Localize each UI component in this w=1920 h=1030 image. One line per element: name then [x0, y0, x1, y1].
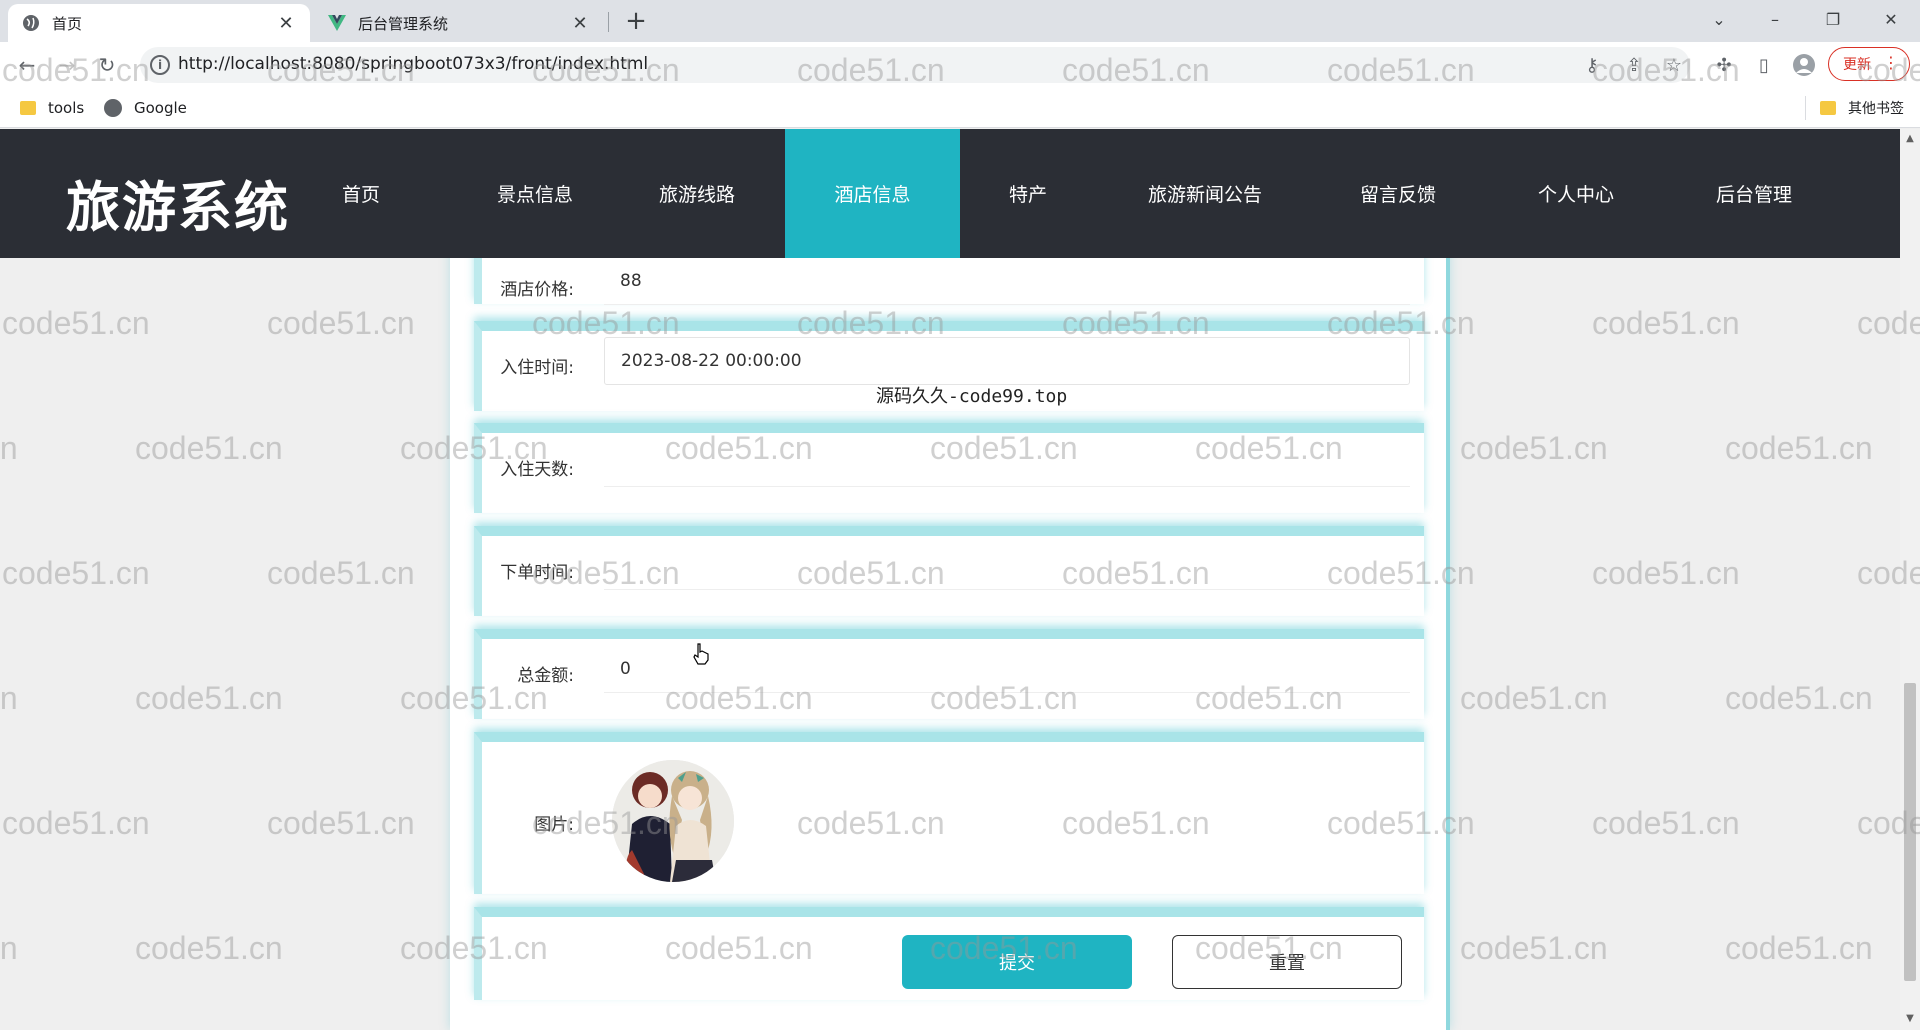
- form-row-actions: 提交 重置: [474, 907, 1424, 1000]
- checkin-time-value: 2023-08-22 00:00:00: [621, 351, 802, 371]
- checkin-time-input[interactable]: 2023-08-22 00:00:00: [604, 337, 1410, 385]
- nav-personal-center[interactable]: 个人中心: [1508, 129, 1644, 258]
- price-label: 酒店价格:: [500, 280, 574, 300]
- nav-specialties[interactable]: 特产: [970, 129, 1086, 258]
- days-input[interactable]: [604, 439, 1410, 487]
- bookmarks-divider: [1805, 96, 1806, 120]
- total-value: 0: [620, 658, 631, 679]
- price-field[interactable]: 88: [604, 257, 1410, 305]
- order-time-label: 下单时间:: [500, 563, 574, 583]
- share-icon[interactable]: ⇪: [1622, 53, 1646, 77]
- new-tab-button[interactable]: +: [622, 8, 650, 36]
- close-window-button[interactable]: ✕: [1868, 0, 1914, 38]
- form-row-order-time: 下单时间:: [474, 526, 1424, 616]
- more-menu-icon[interactable]: ⋮: [1883, 54, 1899, 72]
- globe-icon: [22, 14, 40, 32]
- profile-avatar-icon[interactable]: [1792, 53, 1816, 77]
- tab-title: 后台管理系统: [358, 14, 449, 33]
- tab-title: 首页: [52, 14, 83, 33]
- other-bookmarks[interactable]: 其他书签: [1820, 96, 1904, 120]
- nav-feedback[interactable]: 留言反馈: [1330, 129, 1466, 258]
- tab-admin[interactable]: 后台管理系统 ✕: [314, 4, 604, 42]
- source-watermark-text: 源码久久-code99.top: [876, 386, 1068, 407]
- nav-home[interactable]: 首页: [306, 129, 416, 258]
- tab-divider: [608, 12, 609, 32]
- tab-home[interactable]: 首页 ✕: [8, 4, 310, 42]
- image-label: 图片:: [534, 815, 574, 835]
- page-viewport: 酒店价格: 88 入住时间: 2023-08-22 00:00:00 入住天数:…: [0, 129, 1900, 1030]
- folder-icon: [20, 101, 36, 115]
- form-row-days: 入住天数:: [474, 423, 1424, 513]
- price-value: 88: [620, 270, 642, 291]
- update-label: 更新: [1843, 57, 1871, 73]
- address-bar[interactable]: i http://localhost:8080/springboot073x3/…: [140, 47, 1690, 83]
- url-text: http://localhost:8080/springboot073x3/fr…: [178, 54, 649, 74]
- close-icon[interactable]: ✕: [570, 13, 590, 34]
- form-row-total: 总金额: 0: [474, 629, 1424, 719]
- close-icon[interactable]: ✕: [276, 13, 296, 34]
- site-header: 旅游系统 首页 景点信息 旅游线路 酒店信息 特产 旅游新闻公告 留言反馈 个人…: [0, 129, 1900, 258]
- globe-icon: [104, 99, 122, 117]
- days-label: 入住天数:: [500, 460, 574, 480]
- site-info-icon[interactable]: i: [150, 55, 170, 75]
- checkin-time-label: 入住时间:: [500, 358, 574, 378]
- forward-arrow-icon[interactable]: →: [52, 50, 82, 80]
- reload-icon[interactable]: ↻: [92, 50, 122, 80]
- scrollbar-thumb[interactable]: [1904, 683, 1916, 981]
- restore-button[interactable]: ❐: [1810, 0, 1856, 38]
- bookmark-label: Google: [134, 99, 187, 117]
- form-row-image: 图片:: [474, 732, 1424, 894]
- star-icon[interactable]: ☆: [1662, 53, 1686, 77]
- back-arrow-icon[interactable]: ←: [12, 50, 42, 80]
- site-logo[interactable]: 旅游系统: [66, 163, 290, 242]
- other-bookmarks-label: 其他书签: [1848, 101, 1904, 117]
- key-icon[interactable]: ⚷: [1580, 53, 1604, 77]
- submit-button[interactable]: 提交: [902, 935, 1132, 989]
- extensions-puzzle-icon[interactable]: ✣: [1712, 53, 1736, 77]
- reset-button[interactable]: 重置: [1172, 935, 1402, 989]
- nav-news[interactable]: 旅游新闻公告: [1120, 129, 1290, 258]
- nav-hotels[interactable]: 酒店信息: [785, 129, 960, 258]
- order-form-panel: 酒店价格: 88 入住时间: 2023-08-22 00:00:00 入住天数:…: [450, 129, 1450, 1030]
- minimize-button[interactable]: –: [1752, 0, 1798, 38]
- nav-admin[interactable]: 后台管理: [1686, 129, 1822, 258]
- nav-attractions[interactable]: 景点信息: [470, 129, 600, 258]
- page-scrollbar[interactable]: ▲ ▼: [1900, 129, 1920, 1030]
- bookmark-label: tools: [48, 99, 85, 117]
- scroll-down-arrow-icon[interactable]: ▼: [1904, 1013, 1916, 1025]
- bookmark-tools[interactable]: tools: [20, 96, 84, 120]
- order-time-input[interactable]: [604, 542, 1410, 590]
- side-panel-icon[interactable]: ▯: [1752, 53, 1776, 77]
- total-label: 总金额:: [517, 666, 574, 686]
- tab-search-chevron-down-icon[interactable]: ⌄: [1696, 0, 1742, 38]
- nav-routes[interactable]: 旅游线路: [632, 129, 762, 258]
- browser-toolbar: ← → ↻ i http://localhost:8080/springboot…: [0, 42, 1920, 88]
- anime-characters-illustration: [612, 760, 734, 882]
- scroll-up-arrow-icon[interactable]: ▲: [1904, 133, 1916, 145]
- update-button[interactable]: 更新 ⋮: [1828, 47, 1910, 81]
- vue-logo-icon: [328, 14, 346, 32]
- hotel-image[interactable]: [612, 760, 734, 882]
- hand-cursor-icon: [693, 643, 709, 665]
- bookmarks-bar: tools Google 其他书签: [0, 88, 1920, 128]
- folder-icon: [1820, 101, 1836, 115]
- browser-tab-strip: 首页 ✕ 后台管理系统 ✕ + ⌄ – ❐ ✕: [0, 0, 1920, 42]
- total-field[interactable]: 0: [604, 645, 1410, 693]
- bookmark-google[interactable]: Google: [104, 96, 187, 120]
